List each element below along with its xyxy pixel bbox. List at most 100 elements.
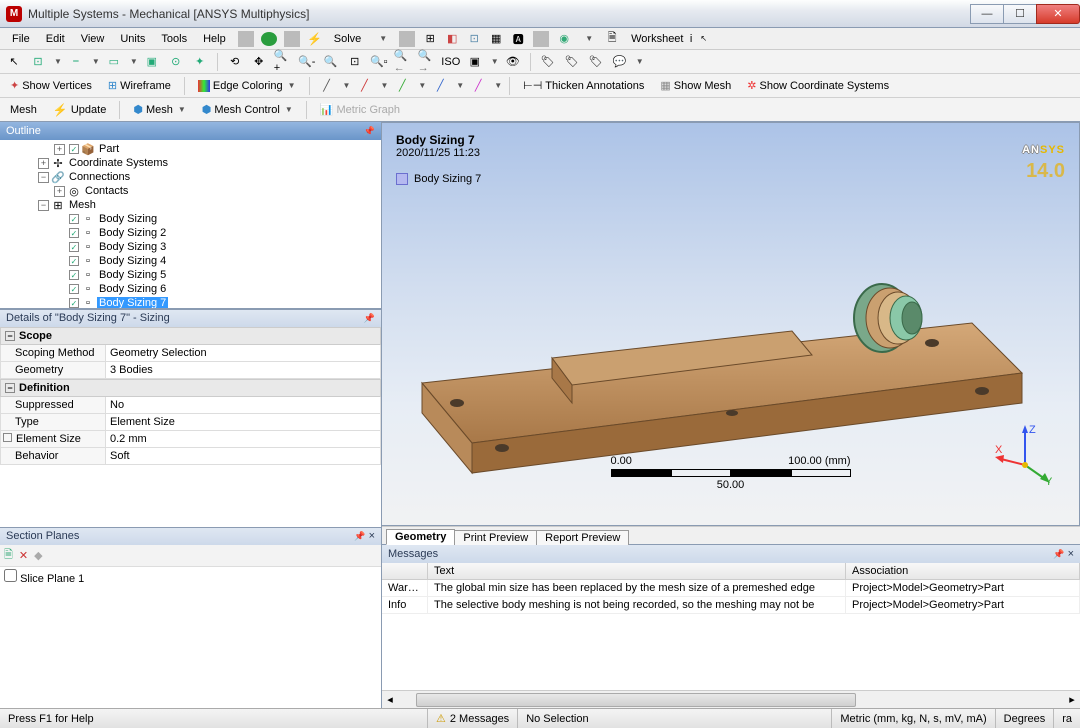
tb-icon-6[interactable]: ◉ — [555, 30, 573, 48]
tag3-icon[interactable]: 🏷 — [586, 52, 606, 72]
tree-item[interactable]: −🔗Connections — [0, 170, 381, 184]
mesh-control-dropdown[interactable]: ⬢Mesh Control▼ — [196, 101, 299, 118]
status-messages[interactable]: ⚠2 Messages — [428, 709, 518, 728]
pin-icon[interactable]: 📌 — [354, 531, 365, 541]
show-mesh-button[interactable]: ▦Show Mesh — [654, 77, 737, 94]
expand-icon[interactable]: − — [38, 172, 49, 183]
zoom-in-icon[interactable]: 🔍+ — [273, 52, 293, 72]
tree-item[interactable]: ✓▫Body Sizing 4 — [0, 254, 381, 268]
tag2-icon[interactable]: 🏷 — [562, 52, 582, 72]
menu-view[interactable]: View — [73, 31, 113, 47]
graphics-canvas[interactable]: Body Sizing 7 2020/11/25 11:23 Body Sizi… — [382, 122, 1080, 526]
slice-plane-checkbox[interactable] — [4, 569, 17, 582]
worksheet-button[interactable]: Worksheet — [623, 31, 691, 47]
tab-print-preview[interactable]: Print Preview — [454, 530, 537, 545]
rotate-icon[interactable]: ⟲ — [225, 52, 245, 72]
sel-face-icon[interactable]: ▭ — [104, 52, 124, 72]
zoom-fit-icon[interactable]: 🔍 — [321, 52, 341, 72]
menu-help[interactable]: Help — [195, 31, 234, 47]
prop-group[interactable]: −Definition — [0, 379, 381, 397]
edge-2-icon[interactable]: ╱ — [354, 76, 374, 96]
go-icon[interactable] — [260, 30, 278, 48]
minimize-button[interactable]: — — [970, 4, 1004, 24]
menu-edit[interactable]: Edit — [38, 31, 73, 47]
look-at-icon[interactable]: 👁 — [503, 52, 523, 72]
expand-icon[interactable]: + — [38, 158, 49, 169]
pin-icon[interactable]: 📌 — [364, 313, 375, 324]
tree-item[interactable]: ✓▫Body Sizing — [0, 212, 381, 226]
slice-plane-item[interactable]: Slice Plane 1 — [4, 573, 84, 585]
tree-item[interactable]: +◎Contacts — [0, 184, 381, 198]
view-prev-icon[interactable]: 🔍← — [393, 52, 413, 72]
tb-icon-4[interactable]: ▦ — [487, 30, 505, 48]
solve-button[interactable]: Solve — [326, 31, 370, 47]
edge-4-icon[interactable]: ╱ — [430, 76, 450, 96]
thicken-button[interactable]: ⊢⊣Thicken Annotations — [517, 77, 650, 94]
edge-coloring-button[interactable]: Edge Coloring▼ — [192, 78, 302, 94]
prop-row[interactable]: TypeElement Size — [0, 414, 381, 431]
edge-1-icon[interactable]: ╱ — [317, 76, 337, 96]
close-messages-icon[interactable]: × — [1068, 548, 1074, 560]
details-table[interactable]: −ScopeScoping MethodGeometry SelectionGe… — [0, 327, 381, 527]
sel-node-icon[interactable]: ⊙ — [166, 52, 186, 72]
expand-icon[interactable]: − — [38, 200, 49, 211]
sel-coord-icon[interactable]: ✦ — [190, 52, 210, 72]
edge-5-icon[interactable]: ╱ — [468, 76, 488, 96]
show-cs-button[interactable]: ✲Show Coordinate Systems — [741, 77, 895, 94]
close-button[interactable]: ✕ — [1036, 4, 1080, 24]
tb-icon-2[interactable]: ◧ — [443, 30, 461, 48]
tree-item[interactable]: +✢Coordinate Systems — [0, 156, 381, 170]
messages-hscroll[interactable]: ◂ ▸ — [382, 690, 1080, 708]
tree-item[interactable]: −⊞Mesh — [0, 198, 381, 212]
cursor-icon[interactable]: ↖ — [4, 52, 24, 72]
zoom-out-icon[interactable]: 🔍- — [297, 52, 317, 72]
view-front-icon[interactable]: ▣ — [465, 52, 485, 72]
prop-group[interactable]: −Scope — [0, 327, 381, 345]
zoom-sel-icon[interactable]: 🔍▫ — [369, 52, 389, 72]
sel-edge-icon[interactable]: ⎯ — [66, 52, 86, 72]
menu-tools[interactable]: Tools — [153, 31, 195, 47]
mesh-dropdown[interactable]: ⬢Mesh▼ — [127, 101, 191, 118]
tb-icon-5[interactable]: 🅰 — [509, 30, 527, 48]
info-icon[interactable]: i↖ — [693, 30, 711, 48]
show-vertices-button[interactable]: ✦Show Vertices — [4, 77, 98, 94]
tree-item[interactable]: ✓▫Body Sizing 5 — [0, 268, 381, 282]
prop-row[interactable]: Element Size0.2 mm — [0, 431, 381, 448]
pin-icon[interactable]: 📌 — [1053, 549, 1064, 559]
sel-vertex-icon[interactable]: ⊡ — [28, 52, 48, 72]
tree-item[interactable]: ✓▫Body Sizing 6 — [0, 282, 381, 296]
view-next-icon[interactable]: 🔍→ — [417, 52, 437, 72]
comment-icon[interactable]: 💬 — [610, 52, 630, 72]
tb-icon-1[interactable]: ⊞ — [421, 30, 439, 48]
outline-tree[interactable]: +✓📦Part+✢Coordinate Systems−🔗Connections… — [0, 140, 381, 309]
expand-icon[interactable]: + — [54, 186, 65, 197]
message-row[interactable]: InfoThe selective body meshing is not be… — [382, 597, 1080, 614]
menu-units[interactable]: Units — [112, 31, 153, 47]
wireframe-button[interactable]: ⊞Wireframe — [102, 77, 177, 94]
tb-icon-3[interactable]: ⊡ — [465, 30, 483, 48]
pan-icon[interactable]: ✥ — [249, 52, 269, 72]
prop-row[interactable]: BehaviorSoft — [0, 448, 381, 465]
tree-item[interactable]: ✓▫Body Sizing 3 — [0, 240, 381, 254]
prop-row[interactable]: SuppressedNo — [0, 397, 381, 414]
update-button[interactable]: ⚡Update — [47, 101, 112, 119]
metric-graph-button[interactable]: 📊Metric Graph — [314, 101, 406, 118]
expand-icon[interactable]: + — [54, 144, 65, 155]
orientation-triad[interactable]: Z X Y — [995, 425, 1055, 485]
pin-icon[interactable]: 📌 — [364, 126, 375, 137]
close-pane-icon[interactable]: × — [369, 530, 375, 542]
tab-report-preview[interactable]: Report Preview — [536, 530, 629, 545]
zoom-box-icon[interactable]: ⊡ — [345, 52, 365, 72]
toggle-plane-icon[interactable]: ◆ — [34, 549, 42, 562]
message-row[interactable]: WarninThe global min size has been repla… — [382, 580, 1080, 597]
tab-geometry[interactable]: Geometry — [386, 529, 455, 545]
prop-row[interactable]: Scoping MethodGeometry Selection — [0, 345, 381, 362]
tree-item[interactable]: ✓▫Body Sizing 7 — [0, 296, 381, 309]
delete-plane-icon[interactable]: ✕ — [19, 549, 28, 562]
menu-file[interactable]: File — [4, 31, 38, 47]
edge-3-icon[interactable]: ╱ — [392, 76, 412, 96]
view-iso-icon[interactable]: ISO — [441, 52, 461, 72]
tree-item[interactable]: ✓▫Body Sizing 2 — [0, 226, 381, 240]
prop-row[interactable]: Geometry3 Bodies — [0, 362, 381, 379]
tag-icon[interactable]: 🏷 — [538, 52, 558, 72]
